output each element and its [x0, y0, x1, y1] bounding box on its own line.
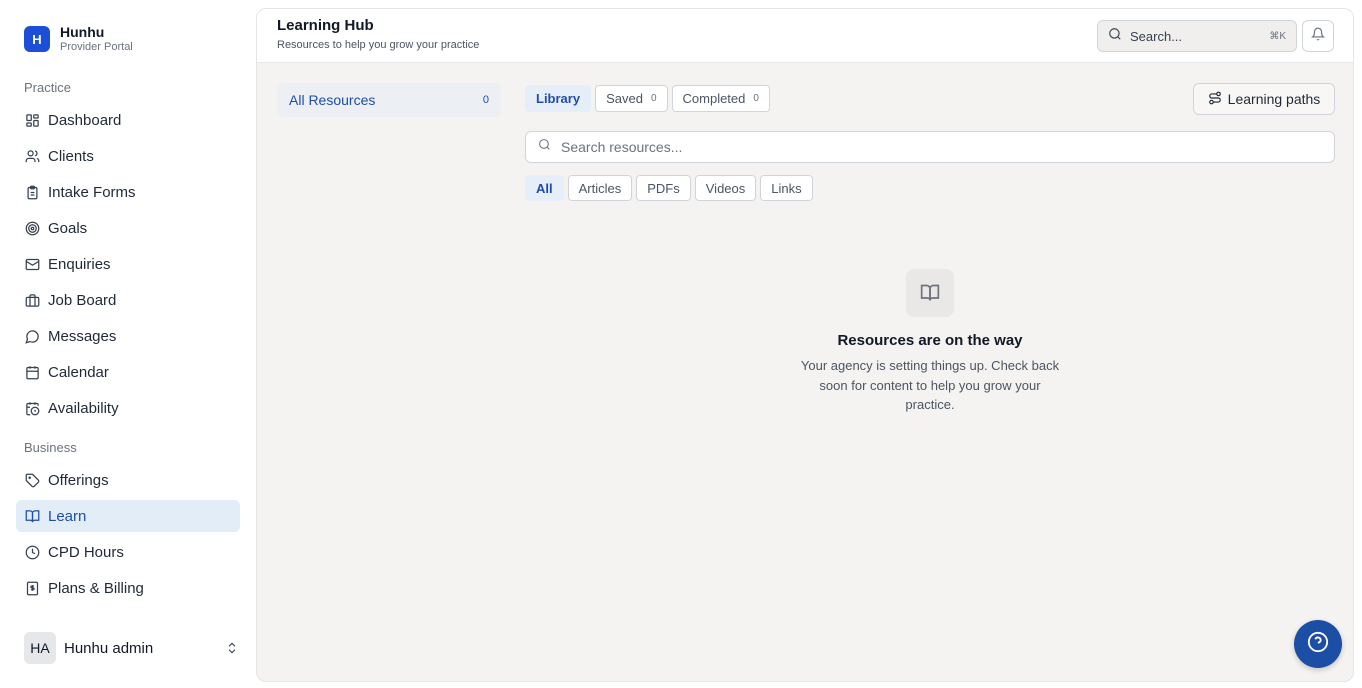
category-count: 0: [482, 94, 489, 106]
sidebar-item-label: Dashboard: [48, 111, 122, 129]
tab-count: 0: [650, 93, 657, 104]
book-open-icon: [906, 269, 954, 317]
sidebar-item-enquiries[interactable]: Enquiries: [16, 248, 240, 280]
receipt-icon: [24, 580, 40, 596]
sidebar-item-calendar[interactable]: Calendar: [16, 356, 240, 388]
page-title: Learning Hub: [277, 17, 374, 34]
page-subtitle: Resources to help you grow your practice: [277, 39, 480, 51]
chat-icon: [24, 328, 40, 344]
sidebar-item-label: Messages: [48, 327, 117, 345]
resource-search: [525, 131, 1335, 163]
bell-icon: [1310, 27, 1326, 46]
sidebar-item-label: Intake Forms: [48, 183, 136, 201]
sidebar-item-label: Calendar: [48, 363, 109, 381]
dashboard-icon: [24, 112, 40, 128]
help-button[interactable]: [1294, 620, 1342, 668]
calendar-clock-icon: [24, 400, 40, 416]
tab-label: Saved: [606, 91, 643, 106]
tab-library[interactable]: Library: [525, 85, 592, 112]
brand-name: Hunhu: [60, 24, 105, 40]
tab-label: Completed: [682, 91, 746, 106]
resource-search-input[interactable]: [561, 139, 1322, 155]
search-icon: [1108, 27, 1122, 46]
filter-articles[interactable]: Articles: [567, 175, 633, 201]
sidebar-item-offerings[interactable]: Offerings: [16, 464, 240, 496]
sidebar-item-learn[interactable]: Learn: [16, 500, 240, 532]
sidebar-item-label: Enquiries: [48, 255, 111, 273]
page-header: Learning Hub Resources to help you grow …: [257, 9, 1353, 63]
sidebar-item-label: Job Board: [48, 291, 117, 309]
sidebar-item-cpd-hours[interactable]: CPD Hours: [16, 536, 240, 568]
sidebar-item-label: Plans & Billing: [48, 579, 144, 597]
global-search-label: Search...: [1130, 28, 1183, 44]
tab-saved[interactable]: Saved 0: [595, 85, 668, 112]
filter-pdfs[interactable]: PDFs: [636, 175, 691, 201]
sidebar-item-availability[interactable]: Availability: [16, 392, 240, 424]
sidebar-item-label: CPD Hours: [48, 543, 124, 561]
sidebar: H Hunhu Provider Portal Practice Dashboa…: [0, 0, 256, 688]
sidebar-item-label: Clients: [48, 147, 94, 165]
search-shortcut: ⌘K: [1269, 30, 1286, 42]
brand-text: Hunhu Provider Portal: [60, 24, 133, 54]
brand-subtitle: Provider Portal: [60, 41, 133, 53]
search-icon: [538, 138, 551, 156]
learning-paths-label: Learning paths: [1227, 91, 1321, 107]
user-name: Hunhu admin: [64, 639, 154, 657]
clock-icon: [24, 544, 40, 560]
filter-all[interactable]: All: [525, 175, 564, 201]
mail-icon: [24, 256, 40, 272]
sidebar-item-goals[interactable]: Goals: [16, 212, 240, 244]
tab-count: 0: [753, 93, 759, 104]
category-all-resources[interactable]: All Resources 0: [277, 83, 501, 117]
type-filters: All Articles PDFs Videos Links: [525, 175, 813, 201]
notifications-button[interactable]: [1302, 20, 1334, 52]
category-label: All Resources: [289, 92, 376, 108]
target-icon: [24, 220, 40, 236]
sidebar-item-clients[interactable]: Clients: [16, 140, 240, 172]
empty-state-title: Resources are on the way: [837, 332, 1023, 349]
empty-state-description: Your agency is setting things up. Check …: [800, 358, 1060, 412]
brand-logo: H: [24, 26, 50, 52]
sidebar-item-messages[interactable]: Messages: [16, 320, 240, 352]
tag-icon: [24, 472, 40, 488]
section-label-practice: Practice: [24, 80, 71, 95]
users-icon: [24, 148, 40, 164]
calendar-icon: [24, 364, 40, 380]
main-panel: Learning Hub Resources to help you grow …: [256, 8, 1354, 682]
help-circle-icon: [1307, 631, 1329, 658]
chevrons-up-down-icon: [224, 640, 240, 656]
route-icon: [1208, 91, 1222, 108]
sidebar-item-dashboard[interactable]: Dashboard: [16, 104, 240, 136]
filter-links[interactable]: Links: [760, 175, 813, 201]
section-label-business: Business: [24, 440, 77, 455]
tab-label: Library: [536, 91, 581, 106]
learning-paths-button[interactable]: Learning paths: [1193, 83, 1335, 115]
filter-videos[interactable]: Videos: [694, 175, 757, 201]
clipboard-icon: [24, 184, 40, 200]
sidebar-item-job-board[interactable]: Job Board: [16, 284, 240, 316]
tab-completed[interactable]: Completed 0: [671, 85, 770, 112]
global-search-button[interactable]: Search... ⌘K: [1097, 20, 1297, 52]
book-open-icon: [24, 508, 40, 524]
sidebar-item-label: Availability: [48, 399, 119, 417]
avatar: HA: [24, 632, 56, 664]
sidebar-item-label: Offerings: [48, 471, 109, 489]
sidebar-item-label: Goals: [48, 219, 88, 237]
brand[interactable]: H Hunhu Provider Portal: [24, 24, 133, 54]
sidebar-item-plans-billing[interactable]: Plans & Billing: [16, 572, 240, 604]
sidebar-item-intake-forms[interactable]: Intake Forms: [16, 176, 240, 208]
user-menu[interactable]: HA Hunhu admin: [24, 632, 240, 664]
briefcase-icon: [24, 292, 40, 308]
resource-tabs: Library Saved 0 Completed 0: [525, 85, 770, 112]
sidebar-item-label: Learn: [48, 507, 87, 525]
